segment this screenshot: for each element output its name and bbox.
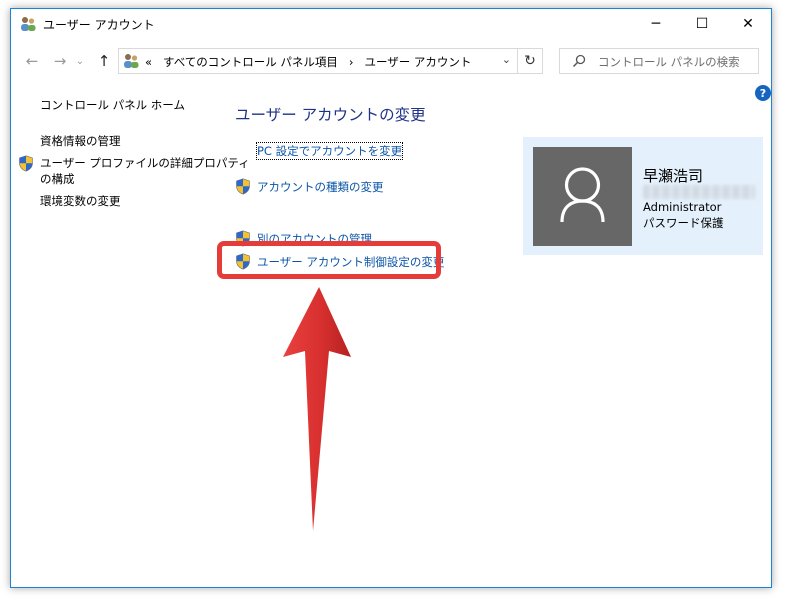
sidebar-change-environment-variables[interactable]: 環境変数の変更 [40, 193, 121, 209]
address-bar[interactable]: « すべてのコントロール パネル項目 › ユーザー アカウント ⌄ [118, 48, 518, 74]
user-accounts-icon [124, 54, 139, 68]
recent-locations-button[interactable]: ⌄ [73, 50, 87, 72]
title-bar[interactable]: ユーザー アカウント ─ ☐ ✕ [11, 9, 771, 39]
breadcrumb: « すべてのコントロール パネル項目 › ユーザー アカウント [145, 54, 471, 70]
chevron-down-icon: ⌄ [75, 55, 85, 67]
search-box[interactable] [559, 48, 759, 74]
account-role: Administrator [643, 200, 722, 214]
avatar [533, 147, 632, 246]
navigation-bar: ← → ⌄ ↑ « すべてのコントロール パネル項目 › ユーザー アカウント [11, 46, 771, 76]
user-accounts-icon [21, 17, 36, 31]
breadcrumb-all-items[interactable]: すべてのコントロール パネル項目 [163, 55, 338, 69]
back-arrow-icon: ← [25, 52, 39, 70]
forward-button[interactable]: → [49, 50, 71, 72]
sidebar-advanced-profile-properties-cont[interactable]: の構成 [40, 171, 75, 187]
account-name: 早瀬浩司 [643, 167, 704, 185]
search-input[interactable] [596, 52, 755, 72]
sidebar-control-panel-home[interactable]: コントロール パネル ホーム [40, 97, 185, 113]
account-password-status: パスワード保護 [643, 216, 724, 230]
back-button[interactable]: ← [21, 50, 43, 72]
refresh-button[interactable]: ↻ [517, 48, 543, 74]
sidebar-manage-credentials[interactable]: 資格情報の管理 [40, 133, 121, 149]
up-arrow-icon: ↑ [97, 52, 111, 70]
page-title: ユーザー アカウントの変更 [235, 106, 426, 124]
breadcrumb-overflow[interactable]: « [145, 55, 152, 69]
minimize-icon: ─ [651, 16, 661, 32]
maximize-button[interactable]: ☐ [679, 9, 725, 39]
breadcrumb-user-accounts[interactable]: ユーザー アカウント [364, 55, 471, 69]
red-annotation-arrow [283, 287, 351, 531]
forward-arrow-icon: → [53, 52, 67, 70]
change-account-in-pc-settings-link[interactable]: PC 設定でアカウントを変更 [255, 142, 404, 160]
maximize-icon: ☐ [695, 16, 709, 32]
minimize-button[interactable]: ─ [633, 9, 679, 39]
refresh-icon: ↻ [524, 53, 536, 69]
account-email-redacted [643, 185, 755, 199]
address-dropdown-icon[interactable]: ⌄ [502, 53, 511, 66]
close-button[interactable]: ✕ [725, 9, 771, 39]
close-icon: ✕ [742, 16, 754, 32]
window-title: ユーザー アカウント [43, 18, 155, 32]
uac-shield-icon [236, 178, 250, 195]
change-account-type-link[interactable]: アカウントの種類の変更 [257, 179, 384, 195]
user-silhouette-icon [560, 167, 605, 223]
control-panel-window: ユーザー アカウント ─ ☐ ✕ ← → ⌄ ↑ « すべてのコントロール パネ… [10, 8, 772, 588]
search-icon [572, 54, 586, 68]
up-button[interactable]: ↑ [93, 50, 115, 72]
uac-shield-icon [19, 155, 33, 172]
breadcrumb-separator[interactable]: › [349, 55, 354, 69]
highlight-annotation-box [217, 241, 441, 279]
sidebar-advanced-profile-properties[interactable]: ユーザー プロファイルの詳細プロパティ [40, 155, 250, 171]
help-icon[interactable]: ? [755, 85, 771, 101]
account-card: 早瀬浩司 Administrator パスワード保護 [523, 137, 763, 255]
